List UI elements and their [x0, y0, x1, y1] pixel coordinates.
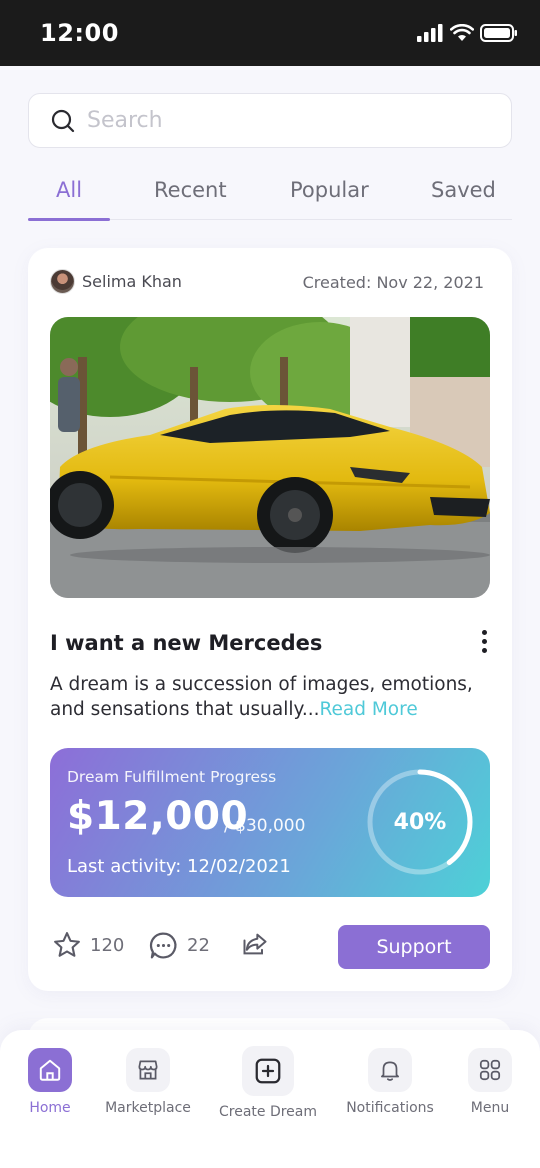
- search-icon: [51, 109, 75, 132]
- goal-amount: / $30,000: [224, 816, 306, 836]
- comment-action[interactable]: 22: [148, 930, 210, 961]
- dream-description: A dream is a succession of images, emoti…: [50, 672, 495, 722]
- nav-home-label: Home: [29, 1100, 71, 1116]
- tab-saved[interactable]: Saved: [431, 178, 496, 202]
- grid-icon-box: [468, 1048, 512, 1092]
- comment-count: 22: [187, 935, 210, 956]
- plus-square-icon-box: [242, 1046, 294, 1096]
- home-icon-box: [28, 1048, 72, 1092]
- nav-create-dream[interactable]: Create Dream: [213, 1046, 323, 1120]
- bell-icon-box: [368, 1048, 412, 1092]
- star-action[interactable]: 120: [52, 930, 124, 960]
- progress-label: Dream Fulfillment Progress: [67, 768, 277, 786]
- store-icon-box: [126, 1048, 170, 1092]
- nav-create-dream-label: Create Dream: [218, 1104, 318, 1120]
- read-more-link[interactable]: Read More: [319, 699, 417, 720]
- nav-marketplace[interactable]: Marketplace: [93, 1048, 203, 1116]
- fulfillment-progress-card: Dream Fulfillment Progress $12,000 / $30…: [50, 748, 490, 897]
- share-action[interactable]: [241, 930, 269, 958]
- star-icon: [54, 932, 80, 957]
- dream-image[interactable]: [50, 317, 490, 598]
- status-bar: 12:00: [0, 0, 540, 66]
- battery-icon: [480, 24, 517, 42]
- dream-title[interactable]: I want a new Mercedes: [50, 631, 322, 655]
- post-actions: 120 22 Support: [50, 925, 490, 969]
- store-icon: [138, 1060, 158, 1080]
- grid-icon: [479, 1059, 501, 1081]
- support-button[interactable]: Support: [338, 925, 490, 969]
- nav-home[interactable]: Home: [0, 1048, 105, 1116]
- tab-all[interactable]: All: [56, 178, 82, 202]
- share-icon: [243, 933, 267, 955]
- nav-menu-label: Menu: [470, 1100, 510, 1116]
- nav-marketplace-label: Marketplace: [105, 1100, 191, 1116]
- star-count: 120: [90, 934, 125, 956]
- created-value: Nov 22, 2021: [376, 273, 484, 292]
- active-tab-indicator: [28, 218, 110, 221]
- avatar[interactable]: [50, 269, 75, 294]
- bell-icon: [381, 1061, 399, 1081]
- last-activity: Last activity: 12/02/2021: [67, 856, 291, 877]
- nav-notifications[interactable]: Notifications: [335, 1048, 445, 1116]
- wifi-icon: [450, 24, 474, 41]
- yellow-sports-car-photo: [50, 317, 490, 598]
- post-author[interactable]: Selima Khan: [50, 269, 182, 294]
- more-options-icon[interactable]: [478, 630, 490, 658]
- nav-notifications-label: Notifications: [346, 1100, 434, 1116]
- created-label: Created:: [302, 273, 372, 292]
- home-icon: [39, 1059, 61, 1081]
- search-input[interactable]: [87, 108, 467, 133]
- status-icons: [416, 24, 518, 42]
- tab-popular[interactable]: Popular: [290, 178, 369, 202]
- status-time: 12:00: [40, 19, 119, 47]
- dream-card: Selima Khan Created: Nov 22, 2021 I want…: [28, 248, 512, 991]
- signal-icon: [417, 24, 443, 42]
- raised-amount: $12,000: [67, 794, 249, 839]
- tab-recent[interactable]: Recent: [154, 178, 227, 202]
- search-bar[interactable]: [28, 93, 512, 148]
- filter-tabs: All Recent Popular Saved: [28, 168, 512, 221]
- progress-percent: 40%: [393, 809, 447, 835]
- comment-icon: [149, 932, 177, 959]
- nav-menu[interactable]: Menu: [435, 1048, 540, 1116]
- bottom-navigation: Home Marketplace Create Dream Notificati…: [0, 1030, 540, 1168]
- plus-square-icon: [255, 1058, 281, 1084]
- created-date: Created: Nov 22, 2021: [303, 273, 484, 292]
- author-name[interactable]: Selima Khan: [82, 272, 182, 291]
